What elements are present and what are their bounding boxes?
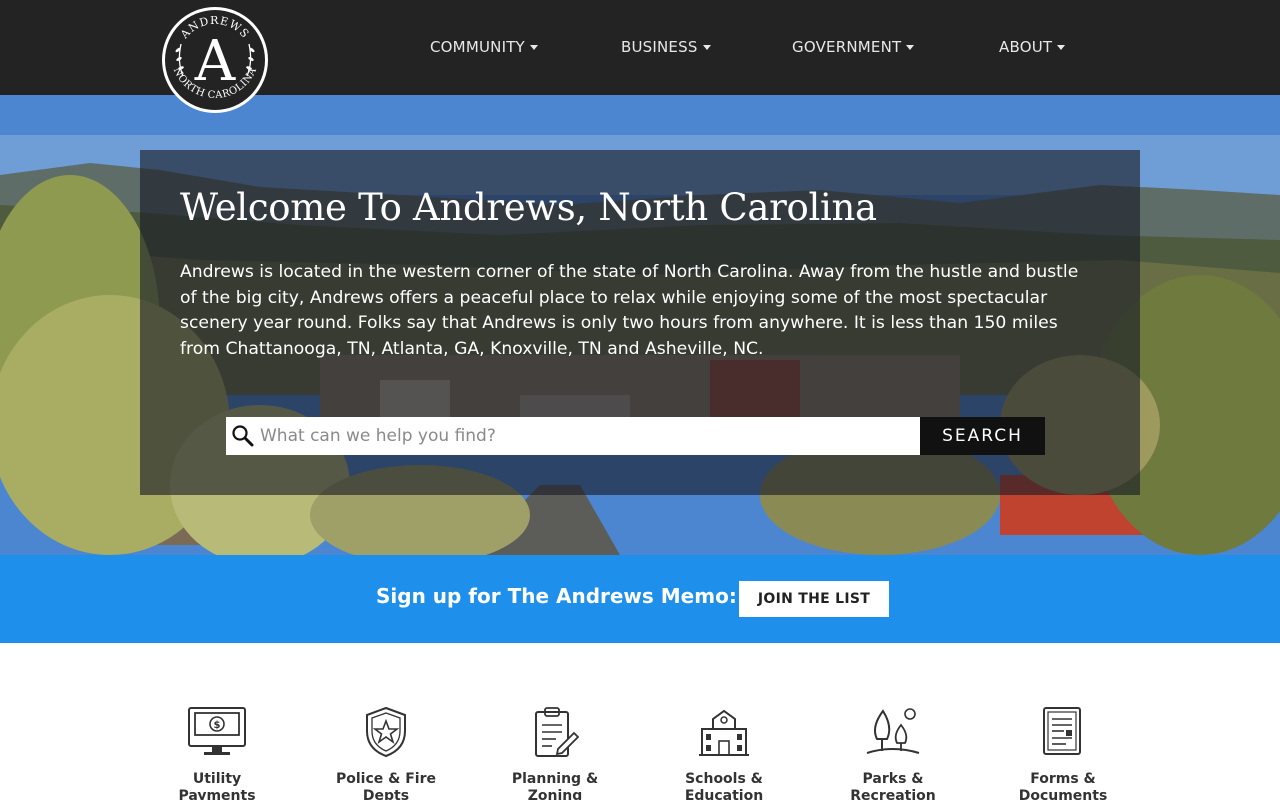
caret-down-icon — [702, 45, 711, 50]
search-icon — [232, 425, 254, 447]
nav-about[interactable]: ABOUT — [999, 38, 1066, 56]
hero-section: Welcome To Andrews, North Carolina Andre… — [0, 95, 1280, 555]
quick-link-forms-documents[interactable]: Forms & Documents — [993, 705, 1133, 800]
caret-down-icon — [1057, 45, 1066, 50]
quick-link-label: Police & Fire Depts — [336, 771, 436, 800]
quick-link-label: Schools & Education — [684, 771, 764, 800]
park-trees-icon — [866, 708, 920, 754]
forms-documents-icon — [1043, 707, 1081, 755]
andrews-logo[interactable]: ANDREWS NORTH CAROLINA A — [159, 4, 271, 114]
utility-payments-icon: $ — [188, 707, 246, 755]
nav-business[interactable]: BUSINESS — [621, 38, 711, 56]
caret-down-icon — [906, 45, 915, 50]
nav-community-label: COMMUNITY — [430, 38, 525, 56]
quick-link-schools-education[interactable]: Schools & Education — [654, 705, 794, 800]
nav-about-label: ABOUT — [999, 38, 1053, 56]
quick-link-parks-recreation[interactable]: Parks & Recreation — [823, 705, 963, 800]
caret-down-icon — [529, 45, 538, 50]
page-title: Welcome To Andrews, North Carolina — [180, 186, 877, 229]
svg-text:$: $ — [214, 720, 221, 731]
welcome-panel: Welcome To Andrews, North Carolina Andre… — [140, 150, 1140, 495]
quick-link-label: Forms & Documents — [1018, 771, 1108, 800]
search-box — [226, 417, 920, 455]
quick-link-label: Utility Payments — [178, 771, 256, 800]
quick-link-utility-payments[interactable]: $ Utility Payments — [147, 705, 287, 800]
memo-signup-bar: Sign up for The Andrews Memo: JOIN THE L… — [0, 555, 1280, 643]
quick-link-planning-zoning[interactable]: Planning & Zoning — [485, 705, 625, 800]
welcome-description: Andrews is located in the western corner… — [180, 262, 1079, 359]
nav-government[interactable]: GOVERNMENT — [792, 38, 915, 56]
quick-link-label: Parks & Recreation — [850, 771, 936, 800]
quick-links: $ Utility Payments Police & Fire Depts P… — [0, 643, 1280, 800]
nav-business-label: BUSINESS — [621, 38, 698, 56]
nav-community[interactable]: COMMUNITY — [430, 38, 538, 56]
memo-signup-text: Sign up for The Andrews Memo: — [376, 584, 737, 608]
quick-link-police-fire[interactable]: Police & Fire Depts — [316, 705, 456, 800]
quick-link-label: Planning & Zoning — [511, 771, 599, 800]
police-badge-icon — [366, 706, 406, 758]
svg-text:A: A — [194, 29, 236, 94]
nav-government-label: GOVERNMENT — [792, 38, 902, 56]
planning-clipboard-icon — [535, 707, 580, 757]
search-button[interactable]: SEARCH — [920, 417, 1045, 455]
school-building-icon — [699, 709, 749, 756]
join-the-list-button[interactable]: JOIN THE LIST — [739, 581, 889, 617]
search-input[interactable] — [256, 418, 906, 454]
site-header: ANDREWS NORTH CAROLINA A COMMUNITY BUSIN… — [0, 0, 1280, 113]
